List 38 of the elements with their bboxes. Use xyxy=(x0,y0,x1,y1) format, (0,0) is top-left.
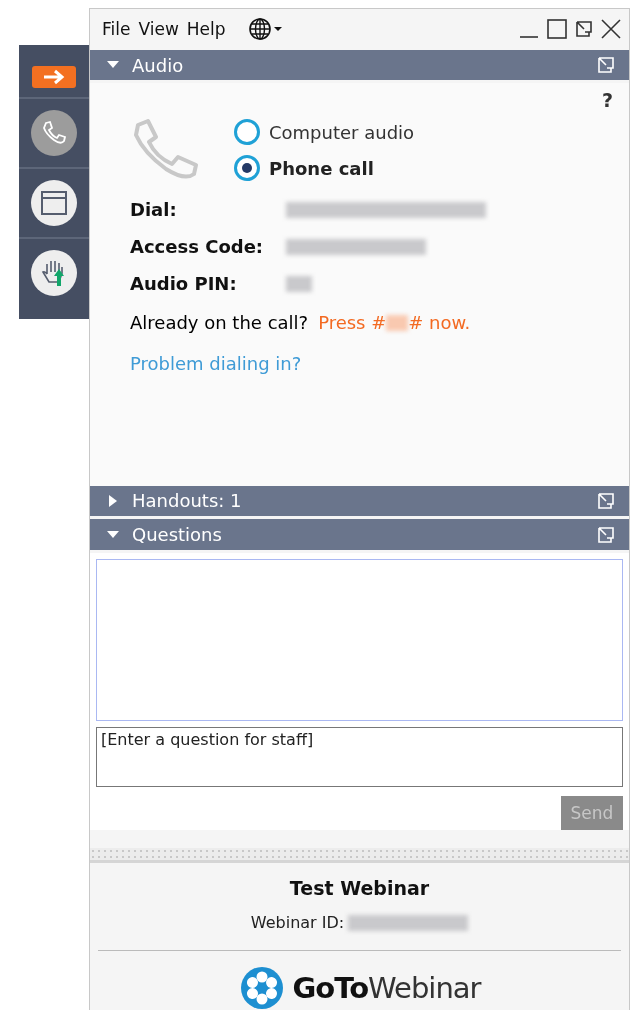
window-icon xyxy=(40,190,68,216)
phone-icon xyxy=(41,120,67,146)
raise-hand-button[interactable] xyxy=(31,250,77,296)
product-logo: GoToWebinar xyxy=(292,971,481,1005)
undock-icon[interactable] xyxy=(575,20,593,39)
panel-header[interactable]: Audio xyxy=(90,49,629,81)
menu-item[interactable]: File xyxy=(102,19,131,40)
panel-header[interactable]: Handouts: 1 xyxy=(90,485,629,517)
redacted-value xyxy=(286,276,312,292)
question-field[interactable]: [Enter a question for staff] xyxy=(96,727,623,788)
splitter-handle[interactable] xyxy=(90,848,629,863)
phone-button[interactable] xyxy=(31,110,77,156)
press-text: Press # xyxy=(318,312,387,334)
maximize-icon[interactable] xyxy=(547,19,567,40)
arrow-icon xyxy=(42,69,66,85)
detail-label: Access Code: xyxy=(130,236,265,258)
panel-title: Audio xyxy=(132,54,184,76)
window-button[interactable] xyxy=(31,180,77,226)
radio-button[interactable] xyxy=(234,119,260,146)
audio-option[interactable]: Computer audio xyxy=(234,119,415,146)
panel-title: Questions xyxy=(132,524,222,546)
webinar-title: Test Webinar xyxy=(289,877,430,899)
panel-title: Handouts: 1 xyxy=(132,490,242,512)
audio-option[interactable]: Phone call xyxy=(234,155,415,182)
detail-label: Audio PIN: xyxy=(130,273,238,295)
radio-button[interactable] xyxy=(234,155,260,182)
menu-item[interactable]: View xyxy=(138,19,179,40)
panel-header[interactable]: Questions xyxy=(90,519,629,551)
redacted-value xyxy=(386,315,409,331)
menu-item[interactable]: Help xyxy=(186,19,226,40)
globe-icon[interactable] xyxy=(247,17,284,42)
detail-label: Dial: xyxy=(130,199,178,221)
close-icon[interactable] xyxy=(601,19,621,40)
webinar-id-label: Webinar ID: xyxy=(250,913,345,932)
already-text: Already on the call? xyxy=(130,312,309,334)
press-text: # now. xyxy=(408,312,471,334)
help-icon[interactable]: ? xyxy=(601,89,613,112)
collapse-button[interactable] xyxy=(32,66,76,88)
